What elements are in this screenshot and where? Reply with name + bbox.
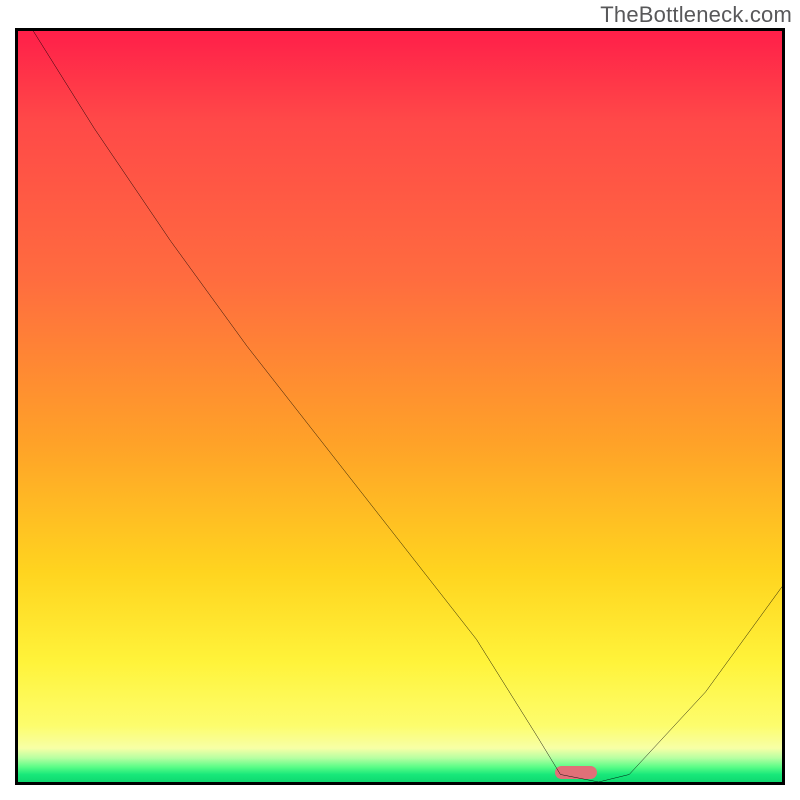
plot-border-top — [15, 28, 785, 31]
bottleneck-curve — [18, 31, 782, 782]
plot-border-bottom — [15, 782, 785, 785]
plot-border-right — [782, 28, 785, 785]
plot-border-left — [15, 28, 18, 785]
watermark-text: TheBottleneck.com — [600, 2, 792, 28]
bottleneck-chart — [15, 28, 785, 785]
